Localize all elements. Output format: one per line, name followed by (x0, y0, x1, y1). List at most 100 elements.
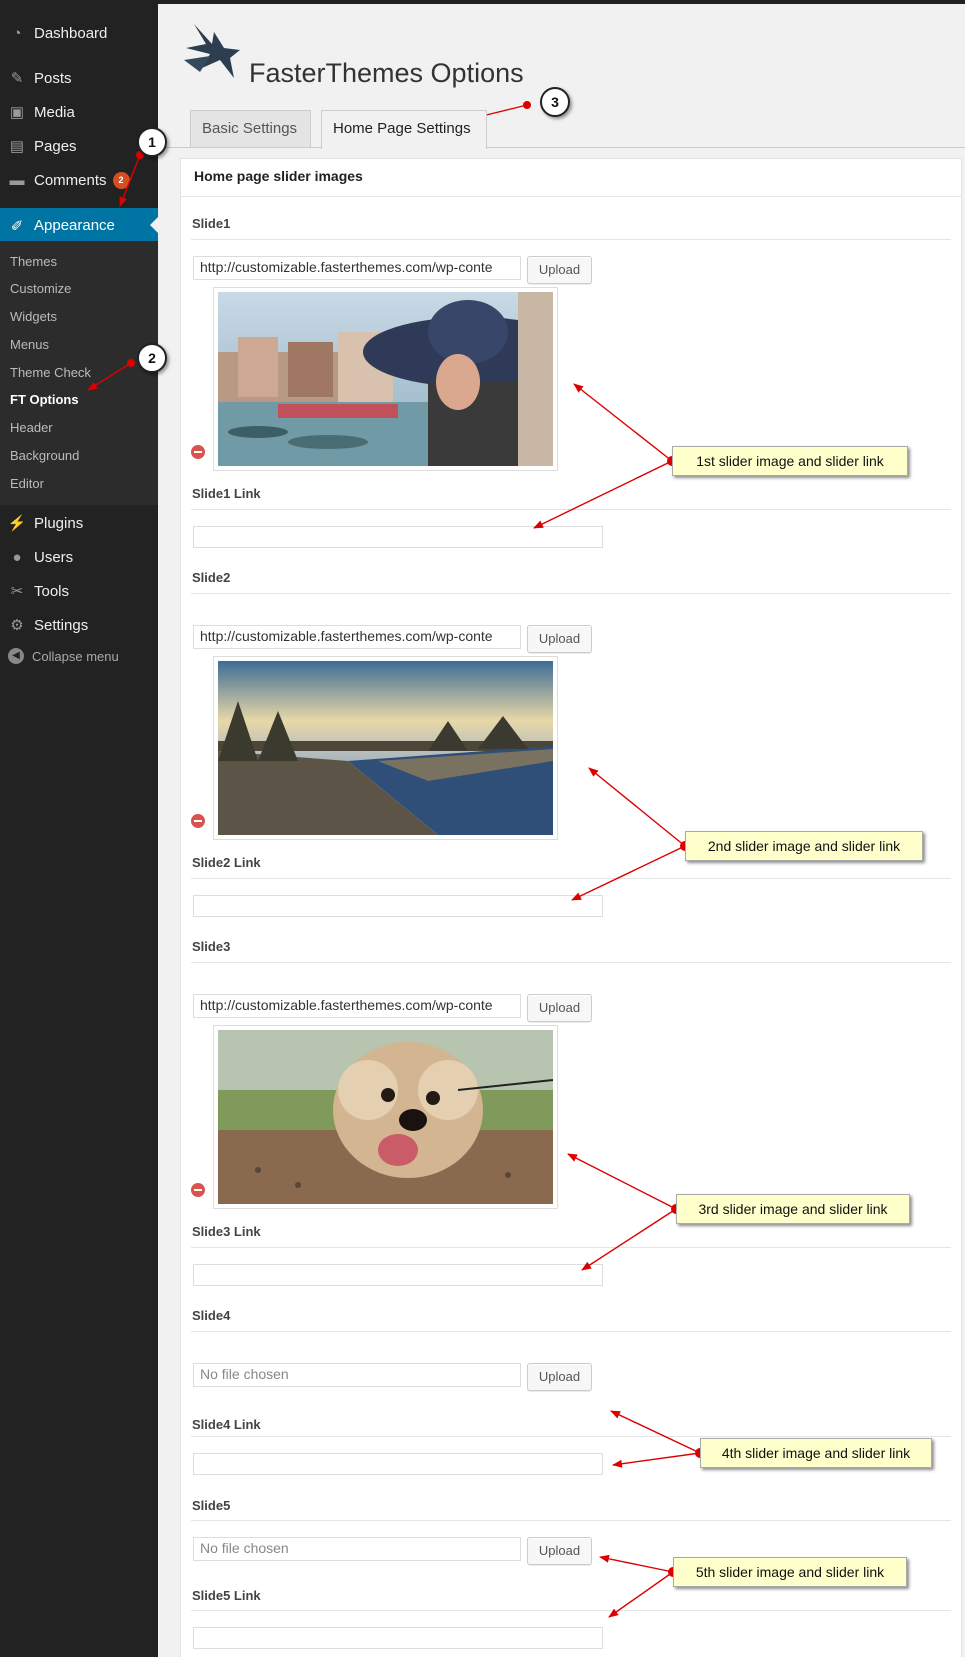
submenu-customize[interactable]: Customize (10, 281, 71, 296)
menu-label: Settings (34, 616, 89, 634)
section-title: Home page slider images (194, 168, 363, 184)
settings-icon: ⚙ (10, 617, 24, 634)
menu-label: Posts (34, 69, 72, 87)
step-marker-3: 3 (540, 87, 570, 117)
menu-label: Pages (34, 137, 77, 155)
collapse-menu-button[interactable]: ◀ Collapse menu (8, 648, 119, 664)
slide4-label: Slide4 (192, 1308, 231, 1323)
submenu-editor[interactable]: Editor (10, 476, 44, 491)
divider (191, 1436, 951, 1437)
submenu-background[interactable]: Background (10, 448, 79, 463)
wrench-icon: ✂ (10, 583, 24, 600)
settings-panel: Home page slider images Slide1 http://cu… (180, 158, 962, 1657)
menu-label: Dashboard (34, 24, 108, 42)
pages-icon: ▤ (9, 138, 25, 155)
slide4-link-input[interactable] (193, 1453, 603, 1475)
pin-icon: ✎ (10, 70, 24, 87)
menu-label: Comments (34, 171, 107, 189)
tab-divider (158, 147, 965, 148)
slide2-remove-icon[interactable] (191, 814, 205, 828)
slide1-upload-button[interactable]: Upload (527, 256, 592, 284)
media-icon: ▣ (9, 104, 25, 121)
slide5-upload-button[interactable]: Upload (527, 1537, 592, 1565)
menu-media[interactable]: ▣ Media (0, 95, 158, 129)
slide3-photo (218, 1030, 553, 1204)
divider (191, 1610, 951, 1611)
submenu-menus[interactable]: Menus (10, 337, 49, 352)
user-icon: ● (12, 548, 22, 566)
submenu-ft-options[interactable]: FT Options (10, 392, 79, 407)
submenu-widgets[interactable]: Widgets (10, 309, 57, 324)
submenu-header[interactable]: Header (10, 420, 53, 435)
slide2-image-preview (213, 656, 558, 840)
divider (191, 962, 951, 963)
menu-pages[interactable]: ▤ Pages (0, 129, 158, 163)
slide2-photo (218, 661, 553, 835)
step-marker-2: 2 (137, 343, 167, 373)
callout-slide1: 1st slider image and slider link (672, 446, 908, 476)
menu-settings[interactable]: ⚙ Settings (0, 608, 158, 642)
menu-posts[interactable]: ✎ Posts (0, 61, 158, 95)
slide5-label: Slide5 (192, 1498, 231, 1513)
tab-basic-settings[interactable]: Basic Settings (190, 110, 311, 148)
slide1-link-input[interactable] (193, 526, 603, 548)
menu-label: Appearance (34, 217, 115, 234)
submenu-theme-check[interactable]: Theme Check (10, 365, 91, 380)
slide1-link-label: Slide1 Link (192, 486, 261, 501)
slide3-link-input[interactable] (193, 1264, 603, 1286)
slide3-upload-button[interactable]: Upload (527, 994, 592, 1022)
submenu-themes[interactable]: Themes (10, 254, 57, 269)
slide4-file-input[interactable]: No file chosen (193, 1363, 521, 1387)
comment-icon: ▬ (9, 171, 25, 189)
dashboard-icon: ◔ (12, 24, 22, 42)
divider (191, 878, 951, 879)
slide2-url-input[interactable]: http://customizable.fasterthemes.com/wp-… (193, 625, 521, 649)
slide1-image-preview (213, 287, 558, 471)
menu-label: Media (34, 103, 75, 121)
menu-appearance[interactable]: ✐ Appearance (0, 208, 158, 243)
slide3-label: Slide3 (192, 939, 231, 954)
divider (191, 593, 951, 594)
menu-tools[interactable]: ✂ Tools (0, 574, 158, 608)
slide5-link-input[interactable] (193, 1627, 603, 1649)
divider (191, 509, 951, 510)
slide5-link-label: Slide5 Link (192, 1588, 261, 1603)
slide1-label: Slide1 (192, 216, 231, 231)
menu-plugins[interactable]: ⚡ Plugins (0, 506, 158, 540)
slide2-link-input[interactable] (193, 895, 603, 917)
slide4-upload-button[interactable]: Upload (527, 1363, 592, 1391)
slide4-link-label: Slide4 Link (192, 1417, 261, 1432)
slide5-file-input[interactable]: No file chosen (193, 1537, 521, 1561)
menu-dashboard[interactable]: ◔ Dashboard (0, 16, 158, 50)
slide2-label: Slide2 (192, 570, 231, 585)
slide1-remove-icon[interactable] (191, 445, 205, 459)
comment-count-badge: 2 (112, 171, 130, 189)
collapse-arrow-icon: ◀ (8, 648, 24, 664)
callout-slide5: 5th slider image and slider link (673, 1557, 907, 1587)
menu-label: Plugins (34, 514, 84, 532)
menu-label: Tools (34, 582, 70, 600)
slide3-remove-icon[interactable] (191, 1183, 205, 1197)
slide3-image-preview (213, 1025, 558, 1209)
callout-slide2: 2nd slider image and slider link (685, 831, 923, 861)
appearance-submenu: Themes Customize Widgets Menus Theme Che… (0, 241, 158, 505)
menu-users[interactable]: ● Users (0, 540, 158, 574)
callout-slide4: 4th slider image and slider link (700, 1438, 932, 1468)
slide3-url-input[interactable]: http://customizable.fasterthemes.com/wp-… (193, 994, 521, 1018)
step-marker-1: 1 (137, 127, 167, 157)
slide2-link-label: Slide2 Link (192, 855, 261, 870)
slide2-upload-button[interactable]: Upload (527, 625, 592, 653)
divider (191, 1331, 951, 1332)
divider (191, 239, 951, 240)
plug-icon: ⚡ (7, 515, 27, 532)
divider (191, 1247, 951, 1248)
menu-label: Users (34, 548, 74, 566)
page-title: FasterThemes Options (249, 58, 524, 88)
tab-home-page-settings[interactable]: Home Page Settings (321, 110, 487, 149)
collapse-label: Collapse menu (32, 648, 119, 664)
slide1-url-input[interactable]: http://customizable.fasterthemes.com/wp-… (193, 256, 521, 280)
admin-sidebar: ◔ Dashboard ✎ Posts ▣ Media ▤ Pages ▬ Comment… (0, 0, 158, 1657)
slide1-photo (218, 292, 553, 466)
menu-comments[interactable]: ▬ Comments 2 (0, 163, 158, 197)
paintbrush-icon: ✐ (10, 217, 24, 235)
